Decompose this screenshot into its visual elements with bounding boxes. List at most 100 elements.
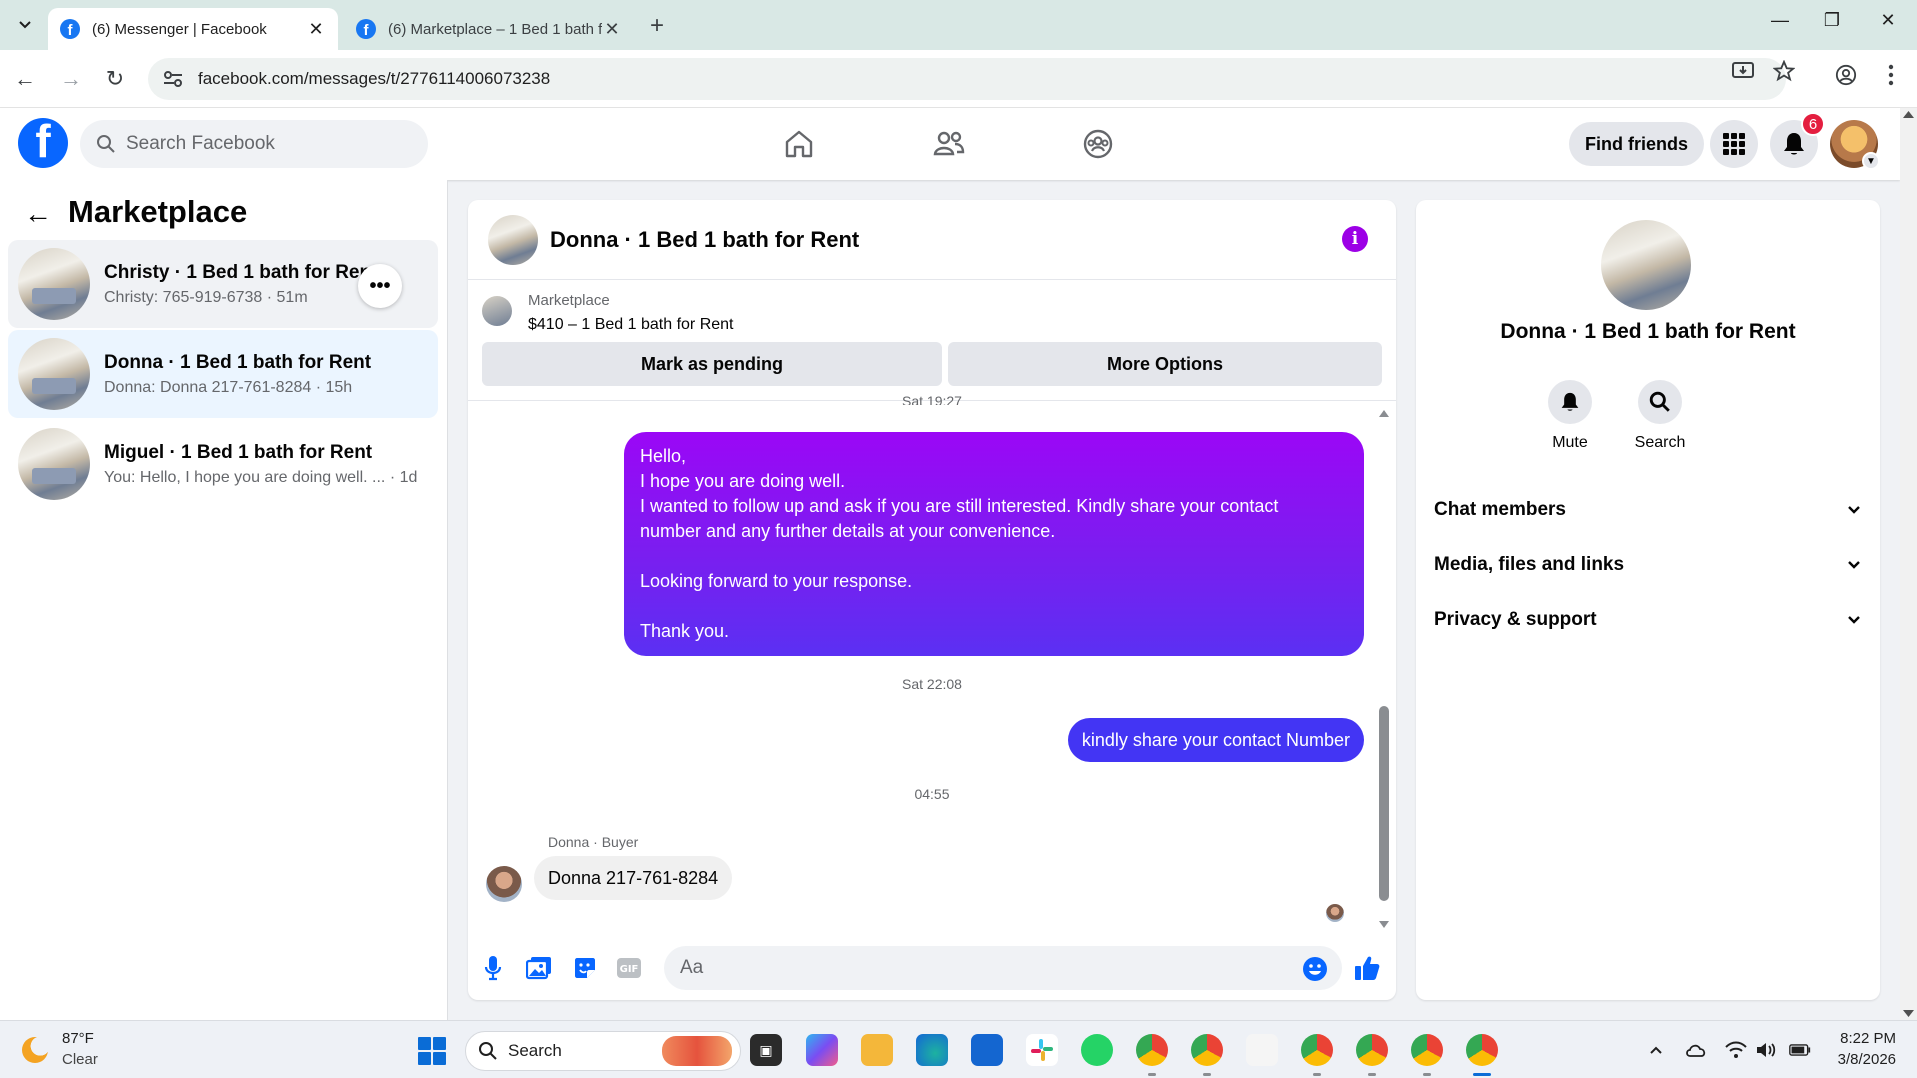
mark-as-pending-button[interactable]: Mark as pending — [482, 342, 942, 386]
conversation-preview: Christy: 765-919-6738 · 51m — [104, 288, 308, 306]
mute-button[interactable]: Mute — [1530, 380, 1610, 452]
site-settings-icon[interactable] — [162, 68, 184, 90]
facebook-logo-icon[interactable]: f — [18, 118, 68, 168]
microphone-icon[interactable] — [478, 953, 508, 983]
new-tab-icon[interactable]: + — [650, 12, 664, 40]
edge-browser-icon[interactable] — [916, 1034, 948, 1066]
minimize-icon[interactable]: — — [1760, 10, 1800, 31]
friends-icon[interactable] — [929, 124, 969, 164]
conversation-preview: You: Hello, I hope you are doing well. .… — [104, 468, 418, 486]
home-icon[interactable] — [779, 124, 819, 164]
incoming-message[interactable]: Donna 217-761-8284 — [534, 856, 733, 900]
chrome-active-icon[interactable] — [1466, 1034, 1498, 1066]
clock-date[interactable]: 3/8/2026 — [1826, 1051, 1896, 1068]
message-input[interactable]: Aa — [664, 946, 1342, 990]
weather-moon-icon[interactable] — [22, 1037, 48, 1063]
wifi-icon[interactable] — [1725, 1039, 1747, 1061]
facebook-search-input[interactable]: Search Facebook — [80, 120, 428, 168]
onedrive-icon[interactable] — [1685, 1039, 1707, 1061]
find-friends-button[interactable]: Find friends — [1569, 122, 1704, 166]
timestamp-partial: Sat 19:27 — [902, 393, 962, 405]
running-indicator — [1368, 1073, 1376, 1076]
chrome-profile-4-icon[interactable] — [1356, 1034, 1388, 1066]
task-view-icon[interactable]: ▣ — [750, 1034, 782, 1066]
clock-time[interactable]: 8:22 PM — [1836, 1030, 1896, 1047]
windows-taskbar: 87°F Clear Search ▣ 8:22 PM 3/8/2026 — [0, 1020, 1917, 1078]
chrome-profile-2-icon[interactable] — [1191, 1034, 1223, 1066]
page-scrollbar[interactable] — [1900, 108, 1917, 1020]
section-privacy-support[interactable]: Privacy & support — [1434, 600, 1864, 640]
section-label: Privacy & support — [1434, 609, 1597, 630]
menu-grid-icon[interactable] — [1710, 120, 1758, 168]
outgoing-message-followup[interactable]: Hello, I hope you are doing well. I want… — [624, 432, 1364, 656]
emoji-icon[interactable] — [1302, 956, 1328, 982]
tab-search-dropdown-icon[interactable] — [12, 12, 38, 38]
bookmark-star-icon[interactable] — [1773, 60, 1795, 82]
conversation-item-miguel[interactable]: Miguel · 1 Bed 1 bath for Rent You: Hell… — [8, 420, 438, 508]
microsoft-store-icon[interactable] — [971, 1034, 1003, 1066]
sender-avatar[interactable] — [486, 866, 522, 902]
scroll-down-icon[interactable] — [1379, 921, 1389, 928]
seen-indicator-avatar — [1326, 904, 1344, 922]
close-window-icon[interactable]: ✕ — [1868, 10, 1908, 31]
close-tab-icon[interactable]: ✕ — [306, 19, 326, 40]
tab-marketplace[interactable]: f (6) Marketplace – 1 Bed 1 bath for Ren… — [344, 8, 634, 50]
gif-icon[interactable]: GIF — [614, 953, 644, 983]
scrollbar-thumb[interactable] — [1379, 706, 1389, 901]
file-explorer-icon[interactable] — [861, 1034, 893, 1066]
search-in-conversation-button[interactable]: Search — [1620, 380, 1700, 452]
chrome-profile-5-icon[interactable] — [1411, 1034, 1443, 1066]
account-chevron-icon[interactable]: ▼ — [1862, 152, 1880, 170]
search-icon — [479, 1042, 497, 1060]
chrome-profile-1-icon[interactable] — [1136, 1034, 1168, 1066]
outgoing-message-request[interactable]: kindly share your contact Number — [1067, 718, 1364, 762]
weather-temperature[interactable]: 87°F — [62, 1030, 94, 1047]
show-hidden-icons-icon[interactable] — [1645, 1039, 1667, 1061]
back-icon[interactable]: ← — [12, 66, 38, 92]
reload-icon[interactable]: ↻ — [102, 66, 128, 92]
browser-menu-icon[interactable] — [1880, 64, 1902, 86]
info-icon[interactable]: i — [1342, 226, 1368, 252]
volume-icon[interactable] — [1755, 1039, 1777, 1061]
section-media-files-links[interactable]: Media, files and links — [1434, 545, 1864, 585]
back-arrow-icon[interactable]: ← — [24, 198, 52, 230]
snipping-tool-icon[interactable] — [1246, 1034, 1278, 1066]
whatsapp-icon[interactable] — [1081, 1034, 1113, 1066]
forward-icon[interactable]: → — [58, 66, 84, 92]
search-icon — [1638, 380, 1682, 424]
listing-thumbnail — [482, 296, 512, 326]
running-indicator — [1313, 1073, 1321, 1076]
chat-avatar[interactable] — [488, 214, 538, 265]
chrome-profile-3-icon[interactable] — [1301, 1034, 1333, 1066]
more-options-button[interactable]: More Options — [948, 342, 1382, 386]
conversation-name: Miguel · 1 Bed 1 bath for Rent — [104, 441, 373, 463]
battery-icon[interactable] — [1789, 1039, 1811, 1061]
tab-messenger[interactable]: f (6) Messenger | Facebook ✕ — [48, 8, 338, 50]
microsoft-365-icon[interactable] — [806, 1034, 838, 1066]
details-avatar[interactable] — [1601, 220, 1691, 310]
scroll-up-icon[interactable] — [1379, 410, 1389, 417]
message-input-placeholder: Aa — [680, 957, 704, 978]
search-highlight-icon — [662, 1036, 732, 1066]
sticker-icon[interactable] — [570, 953, 600, 983]
chat-title[interactable]: Donna · 1 Bed 1 bath for Rent — [550, 227, 859, 253]
groups-icon[interactable] — [1078, 124, 1118, 164]
messages-scrollbar[interactable] — [1378, 410, 1390, 930]
weather-condition[interactable]: Clear — [62, 1051, 98, 1068]
restore-icon[interactable]: ❐ — [1812, 10, 1852, 31]
conversation-item-christy[interactable]: Christy · 1 Bed 1 bath for Rent Christy:… — [8, 240, 438, 328]
close-tab-icon[interactable]: ✕ — [602, 19, 622, 40]
thumbs-up-icon[interactable] — [1352, 953, 1382, 983]
conversation-item-donna[interactable]: Donna · 1 Bed 1 bath for Rent Donna: Don… — [8, 330, 438, 418]
start-windows-icon[interactable] — [418, 1037, 446, 1065]
listing-summary[interactable]: Marketplace $410 – 1 Bed 1 bath for Rent — [482, 292, 733, 334]
omnibox[interactable]: facebook.com/messages/t/2776114006073238 — [148, 58, 1786, 100]
more-options-icon[interactable]: ••• — [358, 264, 402, 308]
photo-icon[interactable] — [524, 953, 554, 983]
profile-account-icon[interactable] — [1835, 64, 1857, 86]
listing-source-label: Marketplace — [528, 292, 610, 309]
install-app-icon[interactable] — [1732, 60, 1754, 82]
taskbar-search-input[interactable]: Search — [465, 1031, 741, 1071]
slack-icon[interactable] — [1026, 1034, 1058, 1066]
section-chat-members[interactable]: Chat members — [1434, 490, 1864, 530]
